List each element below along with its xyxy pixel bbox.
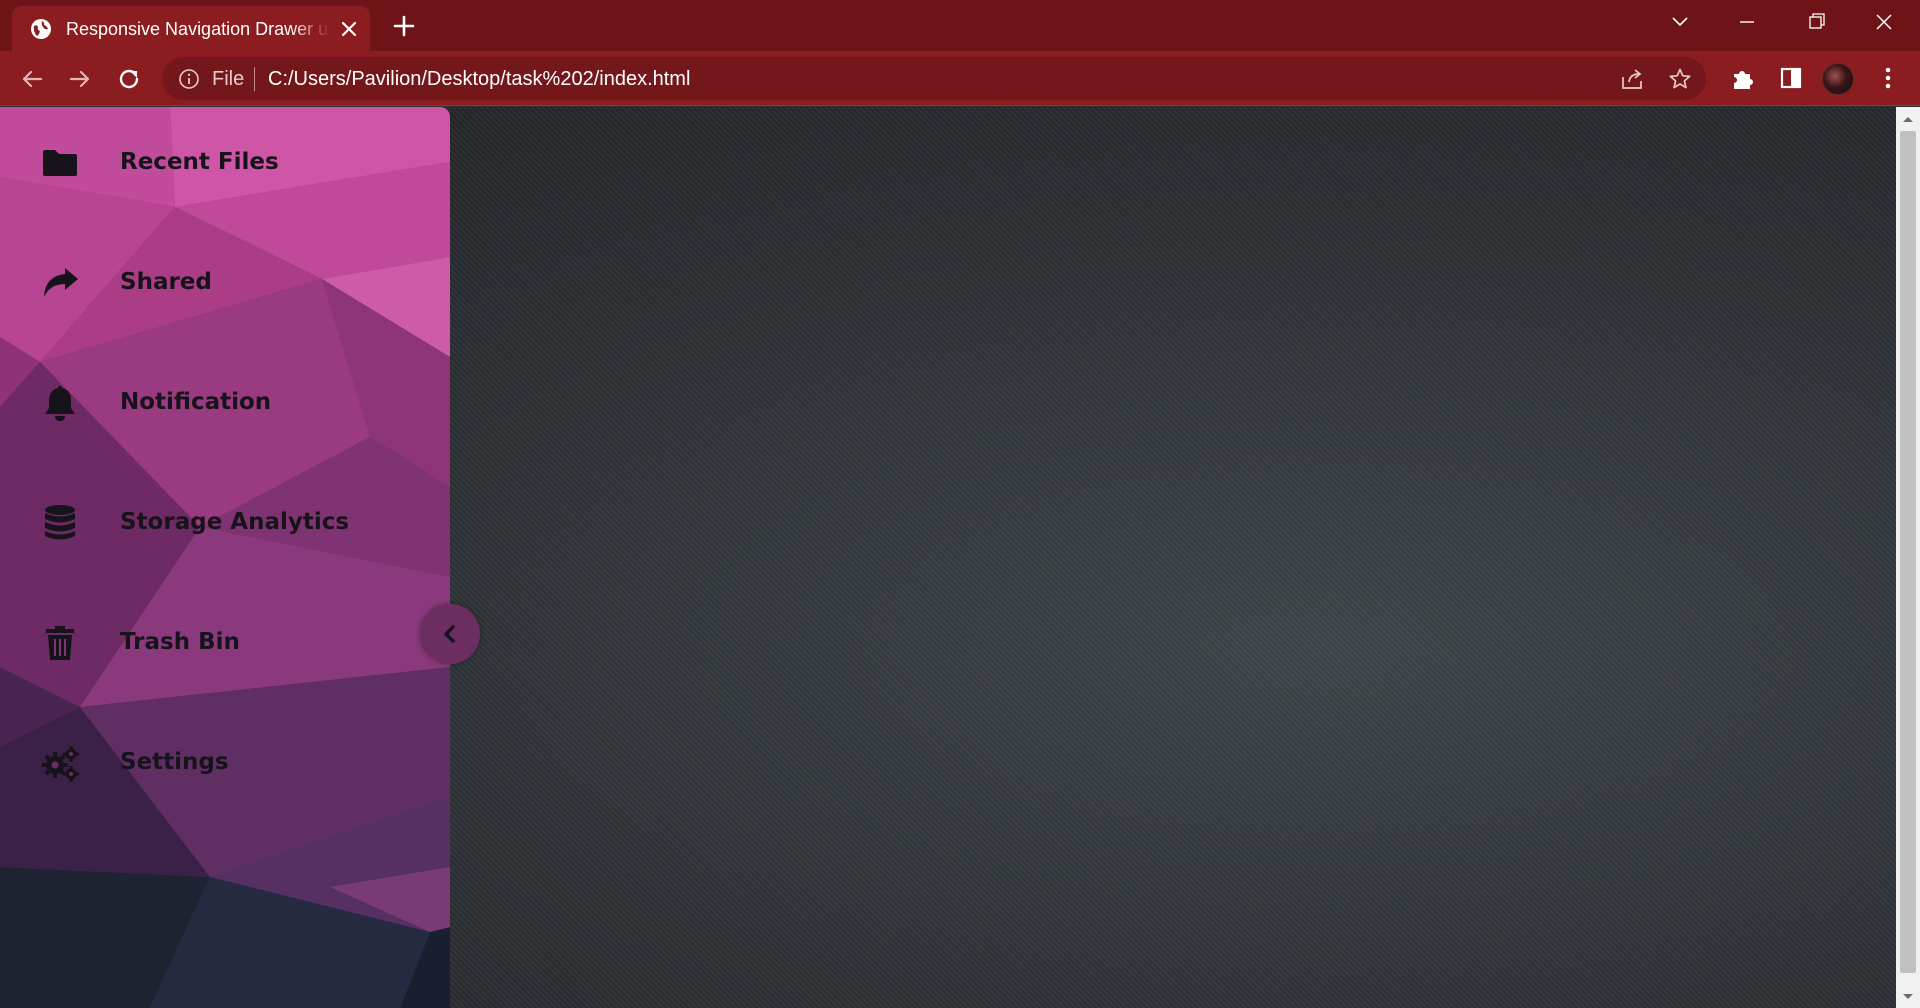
url-text[interactable]: C:/Users/Pavilion/Desktop/task%202/index…: [268, 67, 690, 91]
chevron-left-icon: [444, 625, 455, 643]
close-window-icon[interactable]: [1864, 8, 1904, 36]
scroll-down-arrow-icon[interactable]: [1902, 993, 1914, 1001]
tab-search-chevron-icon[interactable]: [1660, 8, 1700, 36]
tab-title: Responsive Navigation Drawer using HTML …: [66, 19, 330, 39]
browser-tab[interactable]: Responsive Navigation Drawer using HTML …: [12, 6, 370, 51]
menu-item-storage-analytics[interactable]: Storage Analytics: [0, 467, 450, 577]
kebab-menu-icon[interactable]: [1874, 64, 1902, 92]
database-icon: [45, 505, 75, 540]
vertical-scrollbar[interactable]: [1896, 107, 1920, 1008]
page-viewport: Recent Files Shared Notification Storage…: [0, 107, 1896, 1008]
scroll-up-arrow-icon[interactable]: [1902, 115, 1914, 123]
menu-label-notification: Notification: [120, 389, 272, 415]
bookmark-star-icon[interactable]: [1668, 67, 1692, 91]
extensions-puzzle-icon[interactable]: [1729, 64, 1757, 92]
share-arrow-icon: [44, 268, 78, 297]
menu-label-storage-analytics: Storage Analytics: [120, 509, 350, 535]
menu-item-recent-files[interactable]: Recent Files: [0, 107, 450, 217]
menu-item-trash-bin[interactable]: Trash Bin: [0, 587, 450, 697]
site-info-icon[interactable]: [178, 68, 200, 90]
menu-item-notification[interactable]: Notification: [0, 347, 450, 457]
forward-arrow-icon[interactable]: [65, 64, 95, 94]
minimize-icon[interactable]: [1727, 8, 1767, 36]
drawer-toggle-button[interactable]: [420, 604, 480, 664]
globe-icon: [31, 19, 51, 39]
back-arrow-icon[interactable]: [17, 64, 47, 94]
browser-toolbar: File C:/Users/Pavilion/Desktop/task%202/…: [0, 51, 1920, 106]
tab-strip: Responsive Navigation Drawer using HTML …: [0, 0, 1920, 51]
trash-icon: [46, 626, 74, 660]
url-scheme-label: File: [212, 68, 245, 90]
menu-item-shared[interactable]: Shared: [0, 227, 450, 337]
share-icon[interactable]: [1620, 67, 1646, 91]
folder-icon: [43, 150, 77, 176]
menu-label-trash-bin: Trash Bin: [120, 629, 240, 655]
scrollbar-thumb[interactable]: [1900, 131, 1916, 973]
restore-icon[interactable]: [1796, 8, 1836, 36]
menu-label-settings: Settings: [120, 749, 229, 775]
navigation-drawer: Recent Files Shared Notification Storage…: [0, 107, 450, 1008]
omnibox-separator: [254, 67, 255, 91]
new-tab-icon[interactable]: [390, 12, 418, 40]
menu-item-settings[interactable]: Settings: [0, 707, 450, 817]
menu-label-shared: Shared: [120, 269, 212, 295]
profile-avatar[interactable]: [1822, 63, 1854, 95]
close-tab-icon[interactable]: [338, 18, 360, 40]
side-panel-icon[interactable]: [1777, 64, 1805, 92]
reload-icon[interactable]: [114, 64, 144, 94]
gears-icon: [42, 746, 79, 782]
address-bar[interactable]: File C:/Users/Pavilion/Desktop/task%202/…: [162, 57, 1706, 100]
menu-label-recent-files: Recent Files: [120, 149, 279, 175]
bell-icon: [45, 386, 75, 421]
